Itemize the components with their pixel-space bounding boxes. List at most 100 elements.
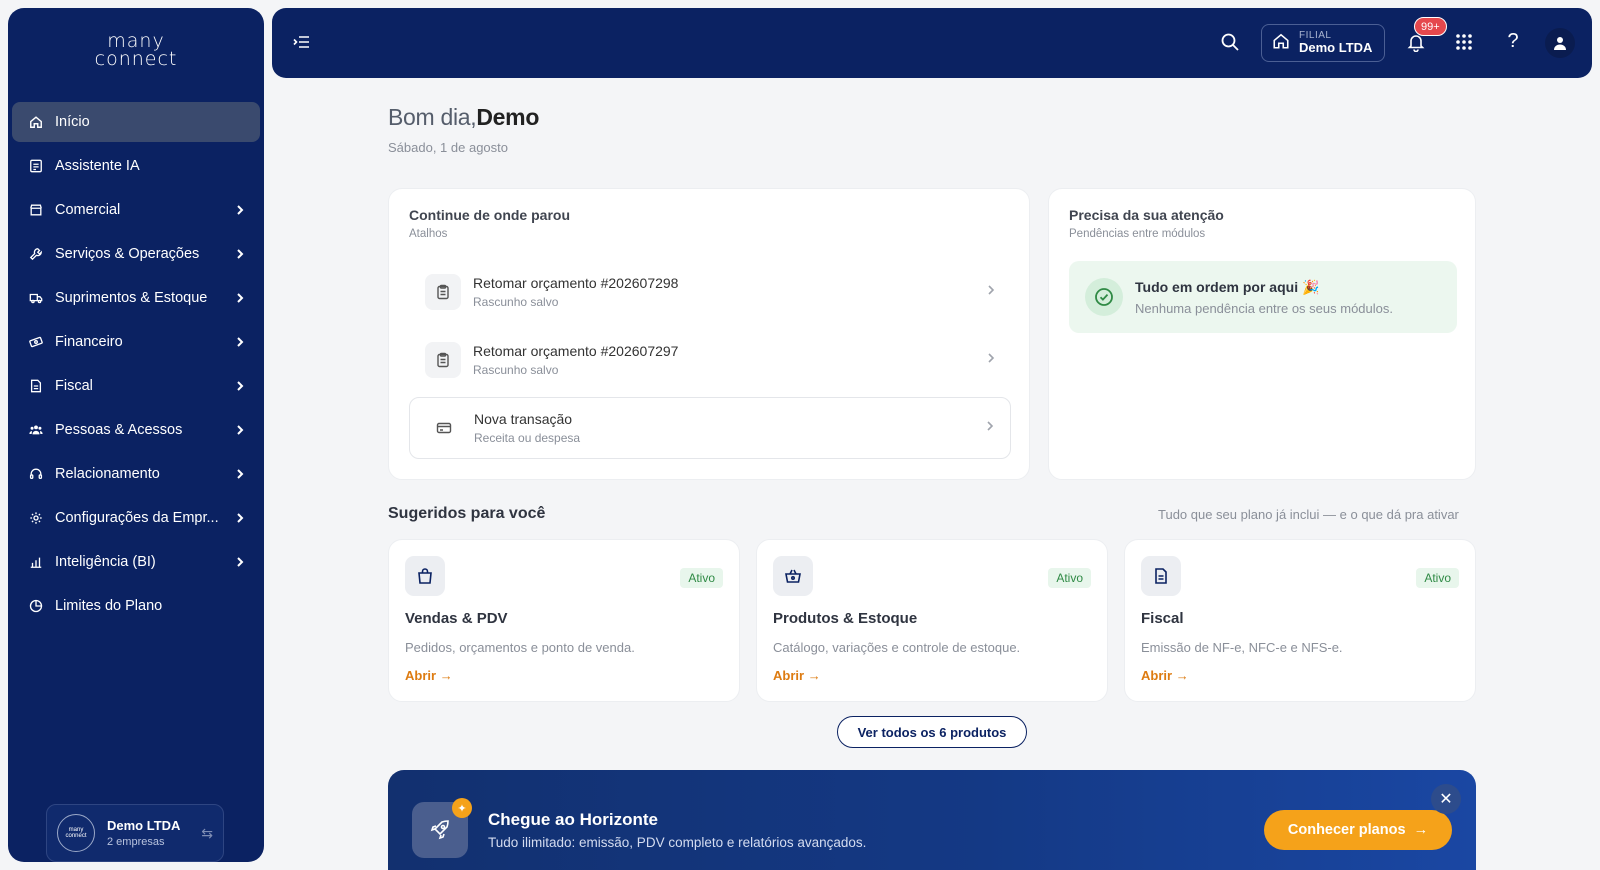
- store-icon: [28, 202, 44, 218]
- shortcut-row[interactable]: Retomar orçamento #202607297 Rascunho sa…: [409, 329, 1011, 391]
- chevron-right-icon: [234, 336, 246, 348]
- shortcut-sub: Receita ou despesa: [474, 431, 581, 445]
- pie-icon: [28, 598, 44, 614]
- avatar-line-2: connect: [65, 833, 87, 839]
- all-clear-notice: Tudo em ordem por aqui 🎉 Nenhuma pendênc…: [1069, 261, 1457, 333]
- chevron-right-icon: [986, 419, 994, 437]
- sidebar-item-pessoas-acessos[interactable]: Pessoas & Acessos: [12, 410, 260, 450]
- see-all-products-button[interactable]: Ver todos os 6 produtos: [837, 716, 1027, 748]
- continue-title: Continue de onde parou: [409, 207, 570, 223]
- sidebar-item-label: Comercial: [55, 202, 121, 218]
- chevron-right-icon: [987, 351, 995, 369]
- close-icon[interactable]: ✕: [1431, 784, 1461, 814]
- sidebar-item-label: Pessoas & Acessos: [55, 422, 183, 438]
- status-badge: Ativo: [1416, 568, 1459, 588]
- sidebar-item-fiscal[interactable]: Fiscal: [12, 366, 260, 406]
- shortcut-row[interactable]: Retomar orçamento #202607298 Rascunho sa…: [409, 261, 1011, 323]
- open-link-label: Abrir: [1141, 668, 1173, 683]
- open-link-label: Abrir: [405, 668, 437, 683]
- search-icon[interactable]: [1220, 32, 1242, 54]
- sidebar-item-relacionamento[interactable]: Relacionamento: [12, 454, 260, 494]
- chevron-right-icon: [234, 380, 246, 392]
- people-icon: [28, 422, 44, 438]
- truck-icon: [28, 290, 44, 306]
- product-card-fiscal[interactable]: Ativo Fiscal Emissão de NF-e, NFC-e e NF…: [1124, 539, 1476, 702]
- sidebar-item-servicos-operacoes[interactable]: Serviços & Operações: [12, 234, 260, 274]
- branch-selector[interactable]: FILIAL Demo LTDA: [1261, 24, 1385, 62]
- brand-logo[interactable]: many connect: [8, 20, 264, 80]
- page-title: Bom dia,Demo: [388, 104, 539, 131]
- arrow-right-icon: →: [807, 668, 821, 683]
- check-circle-icon: [1085, 278, 1123, 316]
- shortcut-sub: Rascunho salvo: [473, 295, 559, 309]
- open-link-label: Abrir: [773, 668, 805, 683]
- attention-subtitle: Pendências entre módulos: [1069, 228, 1206, 240]
- company-count: 2 empresas: [107, 836, 165, 848]
- card-icon: [426, 410, 462, 446]
- basket-icon: [773, 556, 813, 596]
- open-link[interactable]: Abrir →: [1141, 668, 1189, 683]
- bi-icon: [28, 554, 44, 570]
- open-link[interactable]: Abrir →: [773, 668, 821, 683]
- open-link[interactable]: Abrir →: [405, 668, 453, 683]
- company-name: Demo LTDA: [107, 818, 181, 833]
- sparkle-icon: ✦: [452, 798, 472, 818]
- sidebar-item-limites-plano[interactable]: Limites do Plano: [12, 586, 260, 626]
- user-avatar-icon[interactable]: [1545, 28, 1575, 58]
- see-plans-button[interactable]: Conhecer planos →: [1264, 810, 1452, 850]
- topbar: FILIAL Demo LTDA 99+ ?: [272, 8, 1592, 78]
- sidebar-item-inteligencia-bi[interactable]: Inteligência (BI): [12, 542, 260, 582]
- headset-icon: [28, 466, 44, 482]
- sidebar-item-comercial[interactable]: Comercial: [12, 190, 260, 230]
- chevron-right-icon: [234, 468, 246, 480]
- switch-icon: ⇆: [201, 824, 213, 841]
- attention-title: Precisa da sua atenção: [1069, 207, 1224, 223]
- sidebar-item-label: Inteligência (BI): [55, 554, 156, 570]
- sidebar: many connect Início Assistente IA Comerc…: [8, 8, 264, 862]
- gear-icon: [28, 510, 44, 526]
- arrow-right-icon: →: [1413, 822, 1429, 838]
- upgrade-banner: ✦ Chegue ao Horizonte Tudo ilimitado: em…: [388, 770, 1476, 870]
- arrow-right-icon: →: [1175, 668, 1189, 683]
- product-card-vendas[interactable]: Ativo Vendas & PDV Pedidos, orçamentos e…: [388, 539, 740, 702]
- product-desc: Pedidos, orçamentos e ponto de venda.: [405, 640, 635, 655]
- sidebar-item-label: Configurações da Empr...: [55, 510, 219, 526]
- chevron-right-icon: [234, 292, 246, 304]
- shortcut-title: Retomar orçamento #202607298: [473, 275, 679, 291]
- banner-title: Chegue ao Horizonte: [488, 810, 659, 829]
- sidebar-item-suprimentos-estoque[interactable]: Suprimentos & Estoque: [12, 278, 260, 318]
- company-switcher[interactable]: many connect Demo LTDA 2 empresas ⇆: [46, 804, 224, 862]
- product-card-produtos[interactable]: Ativo Produtos & Estoque Catálogo, varia…: [756, 539, 1108, 702]
- shortcut-sub: Rascunho salvo: [473, 363, 559, 377]
- clipboard-icon: [425, 274, 461, 310]
- sidebar-item-configuracoes[interactable]: Configurações da Empr...: [12, 498, 260, 538]
- continue-subtitle: Atalhos: [409, 228, 448, 240]
- menu-toggle-icon[interactable]: [292, 33, 314, 53]
- sidebar-item-inicio[interactable]: Início: [12, 102, 260, 142]
- all-clear-title: Tudo em ordem por aqui 🎉: [1135, 278, 1320, 295]
- status-badge: Ativo: [680, 568, 723, 588]
- current-date: Sábado, 1 de agosto: [388, 140, 508, 155]
- suggested-title: Sugeridos para você: [388, 505, 546, 522]
- notification-badge: 99+: [1414, 17, 1447, 36]
- sidebar-item-assistente-ia[interactable]: Assistente IA: [12, 146, 260, 186]
- sidebar-item-financeiro[interactable]: Financeiro: [12, 322, 260, 362]
- sidebar-item-label: Financeiro: [55, 334, 123, 350]
- home-icon: [28, 114, 44, 130]
- chevron-right-icon: [234, 248, 246, 260]
- chevron-right-icon: [234, 556, 246, 568]
- sidebar-item-label: Relacionamento: [55, 466, 160, 482]
- arrow-right-icon: →: [439, 668, 453, 683]
- clipboard-icon: [425, 342, 461, 378]
- product-title: Fiscal: [1141, 610, 1184, 627]
- shortcut-title: Retomar orçamento #202607297: [473, 343, 679, 359]
- see-plans-label: Conhecer planos: [1287, 822, 1406, 838]
- assistant-icon: [28, 158, 44, 174]
- apps-grid-icon[interactable]: [1454, 32, 1476, 54]
- continue-card: Continue de onde parou Atalhos Retomar o…: [388, 188, 1030, 480]
- shortcut-row[interactable]: Nova transação Receita ou despesa: [409, 397, 1011, 459]
- sidebar-item-label: Início: [55, 114, 90, 130]
- banner-subtitle: Tudo ilimitado: emissão, PDV completo e …: [488, 835, 867, 850]
- wrench-icon: [28, 246, 44, 262]
- help-icon[interactable]: ?: [1502, 30, 1524, 54]
